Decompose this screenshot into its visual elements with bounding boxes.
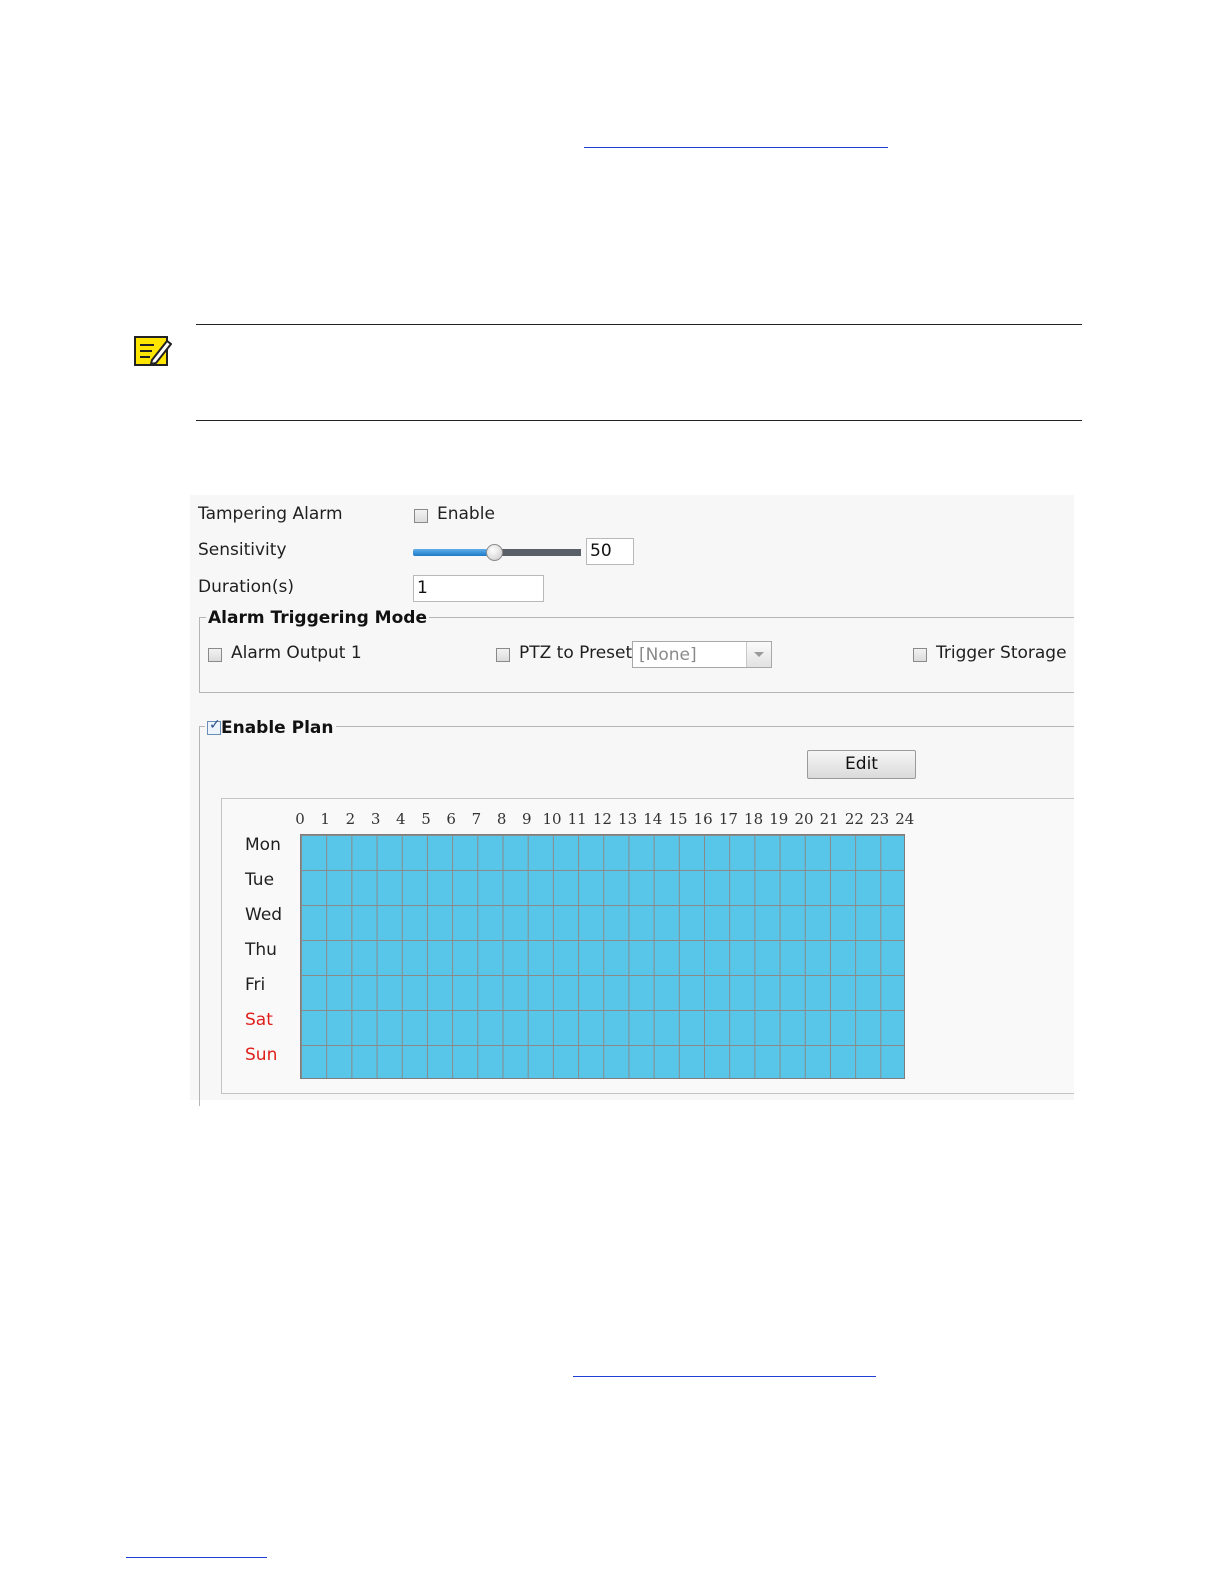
sensitivity-slider-handle[interactable] (486, 544, 503, 561)
footer-link-underline[interactable] (126, 1557, 267, 1558)
hour-label: 21 (819, 810, 839, 828)
hour-label: 18 (744, 810, 764, 828)
hour-label: 13 (618, 810, 638, 828)
hyperlink-underline[interactable] (573, 1376, 876, 1377)
hour-label: 23 (870, 810, 890, 828)
enable-checkbox[interactable] (414, 509, 428, 523)
edit-button[interactable]: Edit (807, 750, 916, 779)
hour-label: 15 (668, 810, 688, 828)
hour-label: 0 (295, 810, 305, 828)
hour-label: 22 (844, 810, 864, 828)
note-top-rule (196, 324, 1082, 325)
hour-label: 10 (542, 810, 562, 828)
checkmark-icon: ✓ (209, 717, 221, 733)
day-label-wed: Wed (245, 905, 283, 925)
alarm-triggering-mode-title: Alarm Triggering Mode (206, 608, 429, 628)
hour-label: 1 (320, 810, 330, 828)
hour-label: 17 (718, 810, 738, 828)
alarm-output-label: Alarm Output 1 (231, 643, 362, 663)
schedule-grid[interactable] (300, 834, 905, 1079)
hyperlink-underline[interactable] (584, 147, 888, 148)
hour-label: 4 (396, 810, 406, 828)
day-label-tue: Tue (245, 870, 275, 890)
hour-label: 3 (370, 810, 381, 828)
trigger-storage-checkbox[interactable] (913, 648, 927, 662)
hour-label: 24 (895, 810, 915, 828)
enable-plan-checkbox[interactable]: ✓ (207, 717, 221, 735)
duration-input[interactable]: 1 (413, 575, 544, 602)
ptz-preset-label: PTZ to Preset (519, 643, 633, 663)
hour-label: 12 (592, 810, 612, 828)
enable-label: Enable (437, 504, 495, 524)
hour-label: 8 (496, 810, 507, 828)
note-bottom-rule (196, 420, 1082, 421)
day-label-sat: Sat (245, 1010, 273, 1030)
enable-plan-title-wrap: ✓ Enable Plan (205, 718, 336, 738)
ptz-preset-checkbox[interactable] (496, 648, 510, 662)
chevron-down-icon[interactable] (746, 642, 771, 667)
day-label-thu: Thu (245, 940, 277, 960)
sensitivity-slider-fill[interactable] (413, 549, 496, 556)
hour-label: 5 (421, 810, 431, 828)
sensitivity-value-input[interactable]: 50 (586, 538, 634, 565)
tampering-alarm-label: Tampering Alarm (198, 504, 343, 524)
enable-plan-label: Enable Plan (221, 718, 334, 738)
ptz-preset-selected: [None] (639, 645, 697, 665)
alarm-output-checkbox[interactable] (208, 648, 222, 662)
hour-label: 16 (693, 810, 713, 828)
hour-label: 9 (522, 810, 532, 828)
trigger-storage-label: Trigger Storage (936, 643, 1067, 663)
hour-label: 6 (446, 810, 456, 828)
sensitivity-label: Sensitivity (198, 540, 287, 560)
hour-label: 11 (567, 810, 587, 828)
sensitivity-slider-track[interactable] (496, 549, 581, 556)
note-icon (134, 335, 173, 367)
hour-label: 2 (345, 810, 356, 828)
hour-label: 20 (794, 810, 814, 828)
day-label-fri: Fri (245, 975, 266, 995)
day-label-mon: Mon (245, 835, 281, 855)
day-label-sun: Sun (245, 1045, 278, 1065)
hour-label: 7 (471, 810, 482, 828)
ptz-preset-select[interactable]: [None] (632, 641, 772, 668)
duration-label: Duration(s) (198, 577, 294, 597)
hour-label: 19 (769, 810, 789, 828)
hour-label: 14 (643, 810, 663, 828)
